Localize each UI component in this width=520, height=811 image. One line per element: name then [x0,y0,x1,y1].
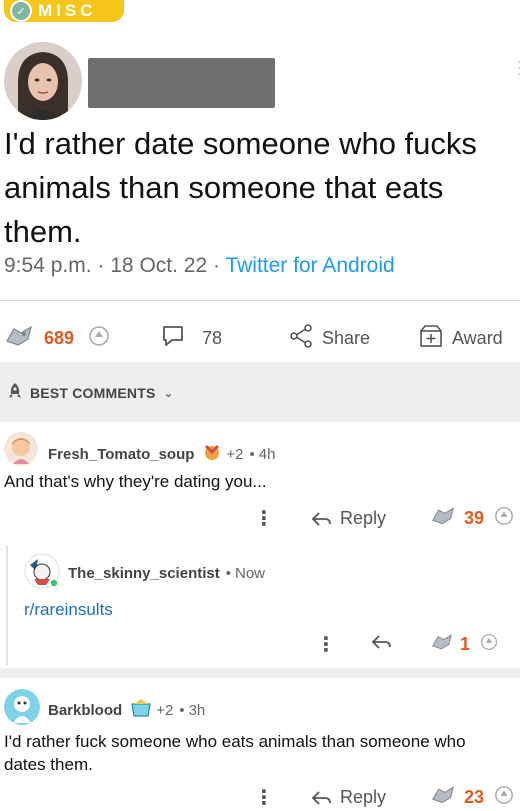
tweet-meta: 9:54 p.m. · 18 Oct. 22 · Twitter for And… [4,254,395,278]
upvote-icon[interactable] [430,632,454,657]
meta-dot: • [249,446,255,463]
vote-count: 39 [464,508,485,528]
meta-separator: · [97,254,105,277]
tweet-text: I'd rather date someone who fucks animal… [4,126,477,249]
share-button[interactable]: Share [288,322,370,354]
upvote-icon[interactable] [430,784,456,811]
award-badge-icon [130,698,152,723]
meta-dot: • [179,702,185,719]
comment-body: And that's why they're dating you... [4,472,267,491]
reply-label: Reply [340,787,387,807]
comment-actions: ⋮ Reply 23 [254,784,514,811]
more-options-icon[interactable]: ⋮ [254,785,274,810]
tweet-author-avatar [4,42,82,120]
reply-button[interactable]: Reply [310,787,386,808]
comment-count: 78 [202,327,223,348]
vote-count: 23 [464,787,485,807]
share-label: Share [322,327,371,348]
divider [0,300,520,301]
more-options-icon[interactable]: ⋮ [254,506,274,531]
comment-avatar[interactable] [4,689,40,730]
upvote-count: 689 [44,327,75,348]
meta-separator: · [212,254,220,277]
reply-icon[interactable] [370,632,392,657]
vote-count: 1 [460,634,471,654]
meta-dot: • [225,565,231,582]
comment-header: Fresh_Tomato_soup +2 • 4h [48,442,275,467]
comment-icon [160,323,186,354]
upvote-icon[interactable] [4,323,34,354]
award-icon [418,323,444,354]
downvote-icon[interactable] [494,785,514,810]
comment-username[interactable]: Barkblood [48,702,122,719]
comments-button[interactable]: 78 [160,322,222,354]
comment-time: Now [235,565,266,582]
rocket-icon [6,382,24,403]
reply-icon [311,790,331,805]
comment-body: I'd rather fuck someone who eats animals… [4,732,466,774]
reply-icon [311,511,331,526]
sort-label: BEST COMMENTS [30,384,156,401]
comment-header: The_skinny_scientist • Now [68,565,265,582]
comment-time: 3h [188,702,206,719]
flair-badge: ✓ MISC [4,0,124,22]
award-button[interactable]: Award [418,322,503,354]
reply-button[interactable]: Reply [310,508,386,529]
tweet-source[interactable]: Twitter for Android [225,254,394,277]
award-badge-icon [202,442,222,467]
comment-actions: ⋮ 1 [316,632,498,657]
upvote-icon[interactable] [430,505,456,532]
award-count: +2 [156,702,174,719]
comment-separator [0,668,520,678]
reply-label: Reply [340,508,387,528]
subreddit-link[interactable]: r/rareinsults [24,598,113,621]
comment-avatar[interactable] [24,553,60,594]
thread-line[interactable] [6,545,8,665]
comment-avatar[interactable] [4,432,38,471]
post-vote-group: 689 [4,322,110,354]
flair-label: MISC [38,1,97,20]
comment-header: Barkblood +2 • 3h [48,698,205,723]
award-count: +2 [226,446,244,463]
downvote-icon[interactable] [494,506,514,531]
comment-time: 4h [258,446,276,463]
redacted-username [88,58,275,108]
award-label: Award [452,327,503,348]
comment-username[interactable]: Fresh_Tomato_soup [48,446,194,463]
tweet-date: 18 Oct. 22 [110,254,208,277]
downvote-icon[interactable] [480,633,498,656]
sort-selector[interactable]: BEST COMMENTS ⌄ [6,382,174,403]
more-options-icon[interactable]: ⋮ [316,632,336,657]
downvote-icon[interactable] [88,325,110,352]
comment-actions: ⋮ Reply 39 [254,505,514,532]
comment-username[interactable]: The_skinny_scientist [68,565,220,582]
check-icon: ✓ [10,0,32,22]
tweet-time: 9:54 p.m. [4,254,92,277]
share-icon [288,323,314,354]
chevron-down-icon: ⌄ [163,385,174,400]
